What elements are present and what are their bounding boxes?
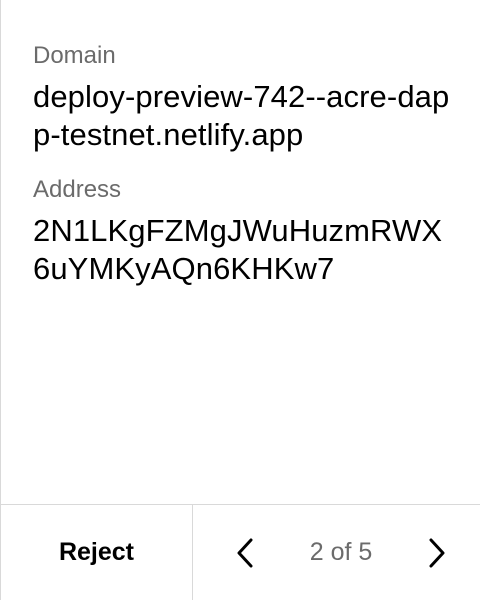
details-content: Domain deploy-preview-742--acre-dapp-tes… [33, 40, 453, 308]
footer-bar: Reject 2 of 5 [1, 504, 480, 600]
address-field: Address 2N1LKgFZMgJWuHuzmRWX6uYMKyAQn6KH… [33, 174, 453, 288]
domain-value: deploy-preview-742--acre-dapp-testnet.ne… [33, 79, 450, 152]
address-value: 2N1LKgFZMgJWuHuzmRWX6uYMKyAQn6KHKw7 [33, 213, 443, 286]
reject-button[interactable]: Reject [1, 505, 193, 600]
review-screen: Domain deploy-preview-742--acre-dapp-tes… [0, 0, 480, 600]
page-indicator: 2 of 5 [309, 538, 373, 566]
next-page-button[interactable] [421, 533, 453, 573]
chevron-left-icon [237, 538, 253, 567]
pager: 2 of 5 [193, 505, 480, 600]
chevron-right-icon [429, 538, 445, 567]
address-label: Address [33, 176, 122, 203]
domain-label: Domain [33, 42, 116, 69]
previous-page-button[interactable] [229, 533, 261, 573]
domain-field: Domain deploy-preview-742--acre-dapp-tes… [33, 40, 453, 154]
